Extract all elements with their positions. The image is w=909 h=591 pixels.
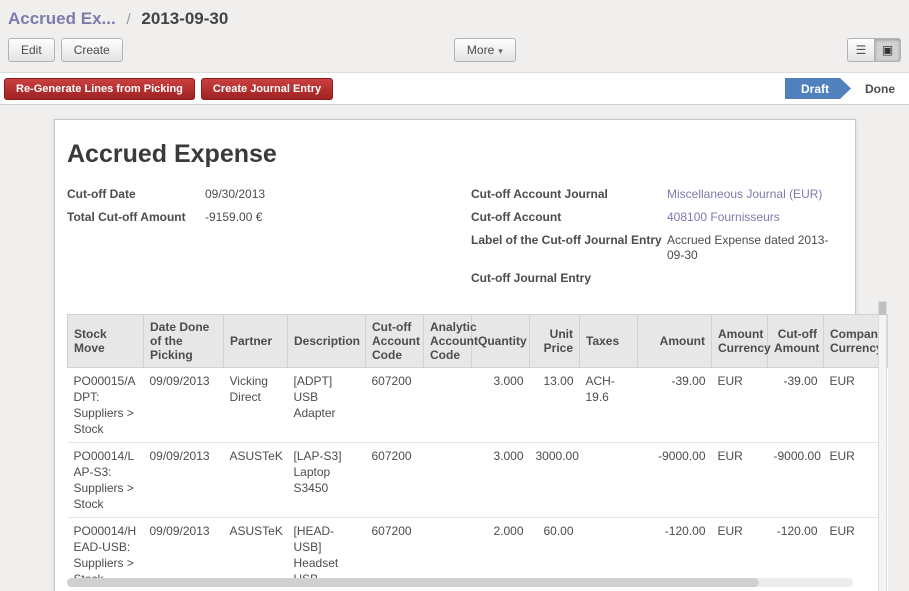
cutoff-account-value[interactable]: 408100 Fournisseurs [667,210,780,225]
table-cell: 3.000 [472,443,530,518]
table-cell: EUR [712,368,768,443]
action-bar: Re-Generate Lines from Picking Create Jo… [0,72,909,105]
column-header-amount-currency[interactable]: Amount Currency [712,315,768,368]
field-group-left: Cut-off Date 09/30/2013 Total Cut-off Am… [67,187,471,294]
table-header-row: Stock MoveDate Done of the PickingPartne… [68,315,888,368]
journal-entry-label-label: Label of the Cut-off Journal Entry [471,233,667,263]
table-cell: -39.00 [768,368,824,443]
create-journal-entry-button[interactable]: Create Journal Entry [201,78,333,100]
table-cell: 09/09/2013 [144,443,224,518]
column-header-unit-price[interactable]: Unit Price [530,315,580,368]
field-row-cutoff-account: Cut-off Account 408100 Fournisseurs [471,210,843,225]
table-cell: -9000.00 [768,443,824,518]
cutoff-lines-area: Stock MoveDate Done of the PickingPartne… [67,314,887,591]
status-draft[interactable]: Draft [785,78,851,99]
table-row[interactable]: PO00014/LAP-S3: Suppliers > Stock09/09/2… [68,443,888,518]
table-cell [424,443,472,518]
table-cell: ACH-19.6 [580,368,638,443]
cutoff-lines-table: Stock MoveDate Done of the PickingPartne… [67,314,888,591]
breadcrumb-current: 2013-09-30 [141,9,228,28]
list-view-button[interactable]: ☰ [847,38,874,62]
cutoff-account-journal-value[interactable]: Miscellaneous Journal (EUR) [667,187,822,202]
cutoff-account-label: Cut-off Account [471,210,667,225]
toolbar: Edit Create More ▾ ☰ ▣ [0,35,909,72]
column-header-amount[interactable]: Amount [638,315,712,368]
cutoff-account-journal-label: Cut-off Account Journal [471,187,667,202]
column-header-cut-off-amount[interactable]: Cut-off Amount [768,315,824,368]
form-icon: ▣ [882,43,893,57]
table-cell: 3000.00 [530,443,580,518]
table-cell: Vicking Direct [224,368,288,443]
horizontal-scrollbar[interactable] [67,578,853,587]
form-sheet: Accrued Expense Cut-off Date 09/30/2013 … [54,119,856,591]
cutoff-journal-entry-label: Cut-off Journal Entry [471,271,667,286]
column-header-cut-off-account-code[interactable]: Cut-off Account Code [366,315,424,368]
vertical-scrollbar[interactable] [878,301,887,591]
table-cell: 13.00 [530,368,580,443]
breadcrumb-separator: / [126,11,130,28]
total-cutoff-amount-label: Total Cut-off Amount [67,210,205,225]
field-row-cutoff-account-journal: Cut-off Account Journal Miscellaneous Jo… [471,187,843,202]
page-title: Accrued Expense [67,140,843,169]
field-row-cutoff-date: Cut-off Date 09/30/2013 [67,187,471,202]
app-window: Accrued Ex... / 2013-09-30 Edit Create M… [0,0,909,591]
column-header-analytic-account-code[interactable]: Analytic Account Code [424,315,472,368]
edit-button[interactable]: Edit [8,38,55,62]
field-columns: Cut-off Date 09/30/2013 Total Cut-off Am… [67,187,843,294]
view-switcher: ☰ ▣ [847,38,901,62]
table-cell: [LAP-S3] Laptop S3450 [288,443,366,518]
create-button[interactable]: Create [61,38,123,62]
cutoff-date-label: Cut-off Date [67,187,205,202]
table-cell: -39.00 [638,368,712,443]
column-header-quantity[interactable]: Quantity [472,315,530,368]
form-view-button[interactable]: ▣ [874,38,901,62]
column-header-stock-move[interactable]: Stock Move [68,315,144,368]
table-cell: PO00014/LAP-S3: Suppliers > Stock [68,443,144,518]
statusbar: Draft Done [785,78,909,99]
table-row[interactable]: PO00015/ADPT: Suppliers > Stock09/09/201… [68,368,888,443]
chevron-down-icon: ▾ [498,46,503,56]
table-cell [424,368,472,443]
column-header-date-done-of-the-picking[interactable]: Date Done of the Picking [144,315,224,368]
field-row-cutoff-journal-entry: Cut-off Journal Entry [471,271,843,286]
list-icon: ☰ [856,43,867,57]
table-cell: PO00015/ADPT: Suppliers > Stock [68,368,144,443]
breadcrumb-parent-link[interactable]: Accrued Ex... [8,9,116,28]
vertical-scrollbar-thumb[interactable] [879,302,886,315]
table-cell: 607200 [366,443,424,518]
column-header-taxes[interactable]: Taxes [580,315,638,368]
more-button[interactable]: More ▾ [454,38,516,62]
column-header-partner[interactable]: Partner [224,315,288,368]
column-header-description[interactable]: Description [288,315,366,368]
breadcrumb: Accrued Ex... / 2013-09-30 [0,0,909,35]
horizontal-scrollbar-thumb[interactable] [67,578,759,587]
journal-entry-label-value[interactable]: Accrued Expense dated 2013-09-30 [667,233,842,263]
table-cell: 607200 [366,368,424,443]
field-row-total-cutoff-amount: Total Cut-off Amount -9159.00 € [67,210,471,225]
table-cell: 3.000 [472,368,530,443]
total-cutoff-amount-value: -9159.00 € [205,210,262,225]
table-cell: [ADPT] USB Adapter [288,368,366,443]
more-button-label: More [467,43,494,57]
status-done[interactable]: Done [851,78,909,99]
field-group-right: Cut-off Account Journal Miscellaneous Jo… [471,187,843,294]
table-cell: -9000.00 [638,443,712,518]
field-row-journal-entry-label: Label of the Cut-off Journal Entry Accru… [471,233,843,263]
table-cell: ASUSTeK [224,443,288,518]
table-cell: 09/09/2013 [144,368,224,443]
table-cell [580,443,638,518]
regenerate-lines-button[interactable]: Re-Generate Lines from Picking [4,78,195,100]
cutoff-date-value[interactable]: 09/30/2013 [205,187,265,202]
main-content: Accrued Expense Cut-off Date 09/30/2013 … [0,105,909,591]
table-cell: EUR [712,443,768,518]
